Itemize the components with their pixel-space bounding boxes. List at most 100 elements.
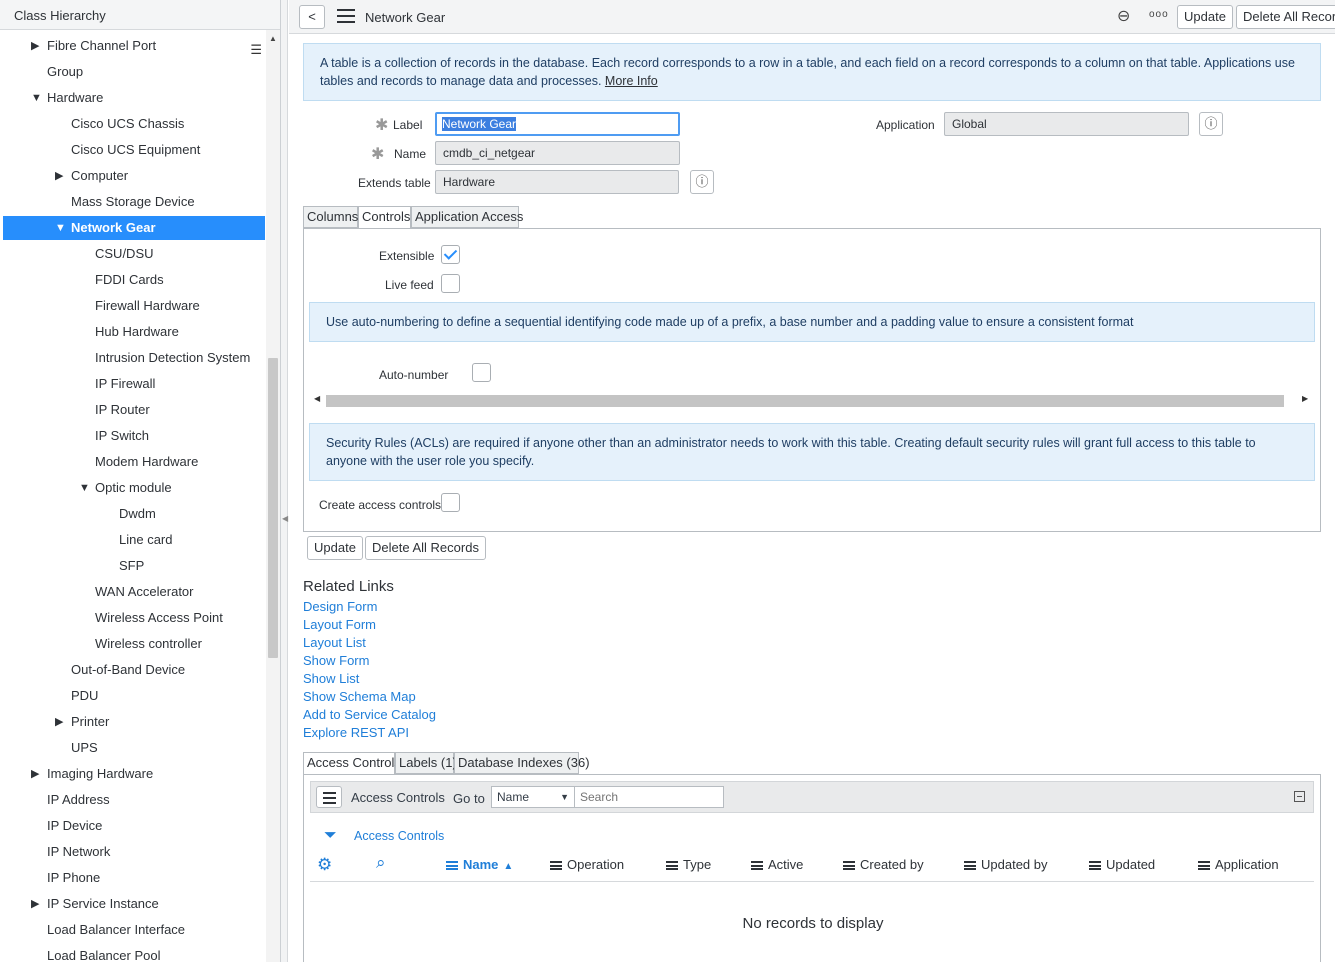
panel-splitter[interactable]: ◀ — [281, 0, 288, 962]
tree-item[interactable]: IP Phone — [3, 866, 265, 890]
tree-menu-icon[interactable]: ☰ — [250, 42, 262, 58]
tree-item[interactable]: Cisco UCS Equipment — [3, 138, 265, 162]
tree-item[interactable]: SFP — [3, 554, 265, 578]
related-link[interactable]: Design Form — [303, 599, 377, 614]
tree-item[interactable]: Modem Hardware — [3, 450, 265, 474]
delete-all-records-button[interactable]: Delete All Records — [1236, 5, 1335, 29]
expand-right-icon[interactable]: ▶ — [55, 710, 67, 734]
tree-item[interactable]: Wireless controller — [3, 632, 265, 656]
bottom-update-button[interactable]: Update — [307, 536, 363, 560]
form-context-menu-icon[interactable] — [337, 9, 355, 27]
column-header[interactable]: Type — [666, 857, 711, 872]
tree-item[interactable]: FDDI Cards — [3, 268, 265, 292]
related-link[interactable]: Layout List — [303, 635, 366, 650]
horizontal-scrollbar-thumb[interactable] — [326, 395, 1284, 407]
list-search-icon[interactable]: ⌕ — [376, 853, 386, 873]
tree-item[interactable]: Load Balancer Interface — [3, 918, 265, 942]
attachment-icon[interactable]: ⊘ — [1112, 4, 1136, 28]
expand-right-icon[interactable]: ▶ — [31, 34, 43, 58]
back-button[interactable]: < — [299, 5, 325, 29]
tree-item[interactable]: ▼ Optic module — [3, 476, 265, 500]
application-info-icon[interactable]: ⓘ — [1199, 112, 1223, 136]
create-access-controls-checkbox[interactable] — [441, 493, 460, 512]
column-menu-icon[interactable] — [446, 861, 458, 870]
go-to-field-select[interactable]: Name ▼ — [491, 786, 575, 808]
tree-item[interactable]: Dwdm — [3, 502, 265, 526]
tree-item[interactable]: Line card — [3, 528, 265, 552]
tab-columns[interactable]: Columns — [303, 206, 358, 228]
column-header[interactable]: Created by — [843, 857, 924, 872]
tab-application-access[interactable]: Application Access — [411, 206, 523, 228]
related-link[interactable]: Explore REST API — [303, 725, 409, 740]
related-link[interactable]: Show Schema Map — [303, 689, 416, 704]
extends-table-input[interactable]: Hardware — [435, 170, 679, 194]
tree-item[interactable]: IP Router — [3, 398, 265, 422]
bottom-delete-all-records-button[interactable]: Delete All Records — [365, 536, 486, 560]
tree-item[interactable]: ▶ Computer — [3, 164, 265, 188]
scroll-up-arrow-icon[interactable]: ▲ — [269, 34, 277, 43]
extends-table-info-icon[interactable]: ⓘ — [690, 170, 714, 194]
related-link[interactable]: Add to Service Catalog — [303, 707, 436, 722]
tree-item[interactable]: IP Firewall — [3, 372, 265, 396]
collapse-list-icon[interactable] — [1294, 791, 1305, 802]
column-menu-icon[interactable] — [751, 861, 763, 870]
column-header[interactable]: Application — [1198, 857, 1279, 872]
scroll-right-arrow-icon[interactable]: ▶ — [1302, 394, 1308, 403]
auto-number-checkbox[interactable] — [472, 363, 491, 382]
label-input[interactable]: Network Gear — [435, 112, 680, 136]
expand-down-icon[interactable]: ▼ — [79, 476, 91, 500]
tree-item[interactable]: Hub Hardware — [3, 320, 265, 344]
column-menu-icon[interactable] — [1198, 861, 1210, 870]
expand-right-icon[interactable]: ▶ — [55, 164, 67, 188]
collapse-panel-icon[interactable]: ◀ — [282, 514, 288, 523]
expand-down-icon[interactable]: ▼ — [55, 216, 67, 240]
expand-down-icon[interactable]: ▼ — [31, 86, 43, 110]
tree-item[interactable]: ▶ IP Service Instance — [3, 892, 265, 916]
related-link[interactable]: Show List — [303, 671, 359, 686]
filter-breadcrumb[interactable]: Access Controls — [354, 829, 444, 843]
tree-item[interactable]: ▶ Imaging Hardware — [3, 762, 265, 786]
list-settings-gear-icon[interactable]: ⚙ — [317, 855, 332, 875]
tree-scrollbar[interactable]: ▲ — [266, 30, 280, 962]
tree-item[interactable]: CSU/DSU — [3, 242, 265, 266]
horizontal-scrollbar[interactable]: ◀ ▶ — [310, 392, 1312, 408]
tree-item[interactable]: ▼ Hardware — [3, 86, 265, 110]
scrollbar-thumb[interactable] — [268, 358, 278, 658]
tree-item[interactable]: Intrusion Detection System — [3, 346, 265, 370]
tab-access-controls[interactable]: Access Controls — [303, 752, 401, 775]
tree-item[interactable]: Group — [3, 60, 265, 84]
tree-item[interactable]: Firewall Hardware — [3, 294, 265, 318]
column-menu-icon[interactable] — [666, 861, 678, 870]
expand-right-icon[interactable]: ▶ — [31, 892, 43, 916]
tree-item[interactable]: ▶ Fibre Channel Port — [3, 34, 265, 58]
tree-item[interactable]: Mass Storage Device — [3, 190, 265, 214]
column-header[interactable]: Updated — [1089, 857, 1155, 872]
tree-item[interactable]: Wireless Access Point — [3, 606, 265, 630]
tab-controls[interactable]: Controls — [358, 206, 411, 229]
tree-item[interactable]: UPS — [3, 736, 265, 760]
tree-item[interactable]: ▶ Printer — [3, 710, 265, 734]
tree-item[interactable]: WAN Accelerator — [3, 580, 265, 604]
list-context-menu-icon[interactable] — [316, 786, 342, 808]
column-menu-icon[interactable] — [964, 861, 976, 870]
tree-item[interactable]: Out-of-Band Device — [3, 658, 265, 682]
column-header[interactable]: Name ▲ — [446, 857, 513, 872]
update-button[interactable]: Update — [1177, 5, 1233, 29]
application-input[interactable]: Global — [944, 112, 1189, 136]
tree-item[interactable]: IP Address — [3, 788, 265, 812]
column-menu-icon[interactable] — [1089, 861, 1101, 870]
name-input[interactable]: cmdb_ci_netgear — [435, 141, 680, 165]
expand-right-icon[interactable]: ▶ — [31, 762, 43, 786]
column-header[interactable]: Updated by — [964, 857, 1048, 872]
live-feed-checkbox[interactable] — [441, 274, 460, 293]
tab-database-indexes[interactable]: Database Indexes (36) — [454, 752, 590, 774]
extensible-checkbox[interactable] — [441, 245, 460, 264]
related-link[interactable]: Show Form — [303, 653, 369, 668]
related-link[interactable]: Layout Form — [303, 617, 376, 632]
column-header[interactable]: Operation — [550, 857, 624, 872]
filter-icon[interactable]: ⏷ — [324, 827, 337, 845]
tree-item[interactable]: IP Switch — [3, 424, 265, 448]
more-options-icon[interactable]: ooo — [1149, 9, 1169, 20]
tree-item[interactable]: Cisco UCS Chassis — [3, 112, 265, 136]
tree-item[interactable]: IP Network — [3, 840, 265, 864]
